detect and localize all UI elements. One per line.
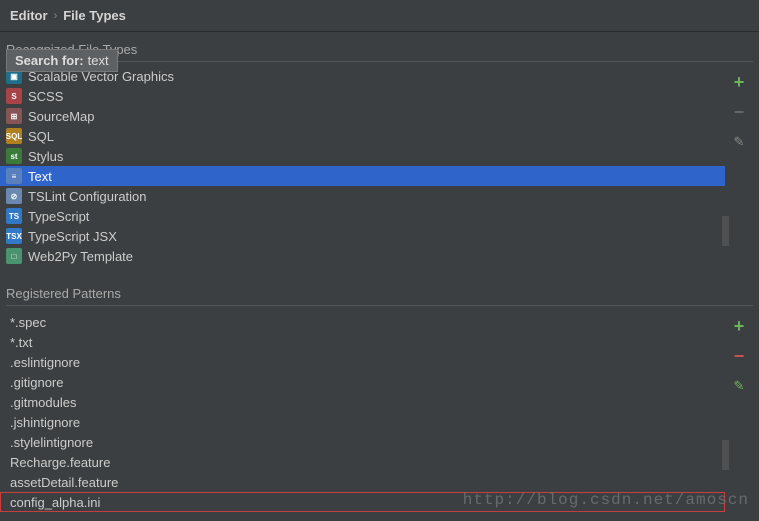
patterns-actions: + − ✎ — [725, 310, 753, 512]
registered-patterns-header: Registered Patterns — [0, 266, 759, 305]
file-type-label: Web2Py Template — [28, 249, 133, 264]
file-type-icon: TS — [6, 208, 22, 224]
minus-icon: − — [734, 102, 745, 123]
file-type-icon: TSX — [6, 228, 22, 244]
pattern-item[interactable]: Recharge.feature — [0, 452, 725, 472]
pattern-label: .gitmodules — [10, 395, 76, 410]
pattern-label: .jshintignore — [10, 415, 80, 430]
add-pattern-button[interactable]: + — [729, 316, 749, 336]
search-value: text — [88, 53, 109, 68]
pattern-label: .eslintignore — [10, 355, 80, 370]
pattern-item[interactable]: *.spec — [0, 312, 725, 332]
edit-pattern-button[interactable]: ✎ — [729, 376, 749, 396]
divider — [6, 61, 753, 62]
pattern-label: .gitignore — [10, 375, 63, 390]
file-types-actions: + − ✎ — [725, 66, 753, 266]
file-type-icon: ≡ — [6, 168, 22, 184]
file-type-item[interactable]: st Stylus — [0, 146, 725, 166]
pattern-item[interactable]: .stylelintignore — [0, 432, 725, 452]
pattern-item[interactable]: assetDetail.feature — [0, 472, 725, 492]
plus-icon: + — [734, 72, 745, 93]
search-tooltip: Search for: text — [6, 49, 118, 72]
pattern-item[interactable]: .gitmodules — [0, 392, 725, 412]
file-type-label: TypeScript — [28, 209, 89, 224]
add-file-type-button[interactable]: + — [729, 72, 749, 92]
file-type-item[interactable]: ⊞ SourceMap — [0, 106, 725, 126]
pattern-item[interactable]: .jshintignore — [0, 412, 725, 432]
breadcrumb: Editor › File Types — [0, 0, 759, 32]
file-type-label: Text — [28, 169, 52, 184]
remove-file-type-button[interactable]: − — [729, 102, 749, 122]
file-type-label: Stylus — [28, 149, 63, 164]
edit-file-type-button[interactable]: ✎ — [729, 132, 749, 152]
breadcrumb-file-types: File Types — [63, 8, 126, 23]
pattern-item[interactable]: *.txt — [0, 332, 725, 352]
file-type-icon: SQL — [6, 128, 22, 144]
file-types-list[interactable]: ▣Scalable Vector GraphicsSSCSS⊞SourceMap… — [0, 66, 725, 266]
patterns-list[interactable]: *.spec *.txt .eslintignore .gitignore .gitmo… — [0, 310, 725, 512]
pattern-label: Recharge.feature — [10, 455, 110, 470]
file-type-label: TypeScript JSX — [28, 229, 117, 244]
plus-icon: + — [734, 316, 745, 337]
file-type-icon: ⊞ — [6, 108, 22, 124]
file-type-item[interactable]: SQL SQL — [0, 126, 725, 146]
file-type-label: TSLint Configuration — [28, 189, 147, 204]
file-type-item[interactable]: TSX TypeScript JSX — [0, 226, 725, 246]
file-type-item[interactable]: □ Web2Py Template — [0, 246, 725, 266]
watermark: http://blog.csdn.net/amoscn — [463, 491, 749, 509]
file-types-scrollbar[interactable] — [722, 216, 729, 246]
breadcrumb-separator-icon: › — [54, 10, 58, 22]
remove-pattern-button[interactable]: − — [729, 346, 749, 366]
breadcrumb-editor[interactable]: Editor — [10, 8, 48, 23]
file-type-label: SCSS — [28, 89, 63, 104]
divider — [6, 305, 753, 306]
file-type-item[interactable]: TS TypeScript — [0, 206, 725, 226]
pencil-icon: ✎ — [734, 134, 745, 150]
pattern-label: .stylelintignore — [10, 435, 93, 450]
file-type-label: SourceMap — [28, 109, 94, 124]
file-type-icon: □ — [6, 248, 22, 264]
pattern-label: assetDetail.feature — [10, 475, 118, 490]
pattern-label: *.spec — [10, 315, 46, 330]
file-type-item[interactable]: S SCSS — [0, 86, 725, 106]
search-label: Search for: — [15, 53, 84, 68]
minus-icon: − — [734, 346, 745, 367]
file-type-item[interactable]: ≡ Text — [0, 166, 725, 186]
pattern-label: config_alpha.ini — [10, 495, 100, 510]
file-type-icon: st — [6, 148, 22, 164]
file-type-icon: ⊘ — [6, 188, 22, 204]
pattern-item[interactable]: .gitignore — [0, 372, 725, 392]
file-type-icon: S — [6, 88, 22, 104]
pencil-icon: ✎ — [734, 378, 745, 394]
file-type-label: SQL — [28, 129, 54, 144]
pattern-item[interactable]: .eslintignore — [0, 352, 725, 372]
patterns-scrollbar[interactable] — [722, 440, 729, 470]
file-type-item[interactable]: ⊘ TSLint Configuration — [0, 186, 725, 206]
pattern-label: *.txt — [10, 335, 32, 350]
registered-patterns-label: Registered Patterns — [6, 286, 121, 301]
